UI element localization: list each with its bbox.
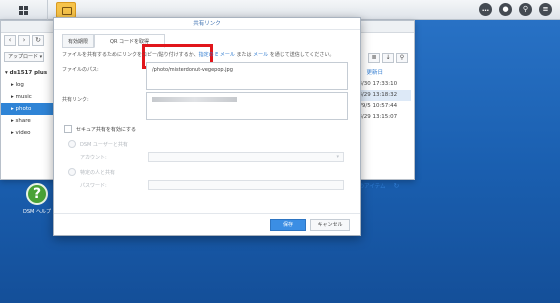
chevron-down-icon: ▾ [336,154,339,160]
taskbar-tray: … ● ⚲ ≡ [479,3,552,16]
view-tools: ≣ ↓ ⚲ [368,53,408,63]
account-label: アカウント: [80,155,107,161]
refresh-button[interactable]: ↻ [32,35,44,46]
file-path-field[interactable]: /photo/misterdonut-vegepop.jpg [146,62,348,90]
share-link-field[interactable] [146,92,348,120]
table-row[interactable]: 7/8/29 13:18:32 [353,90,411,101]
share-link-dialog: 共有リンク 有効期限 QR コードを取得 ファイルを共有するためにリンクをコピー… [53,17,361,236]
save-button[interactable]: 保存 [270,219,306,231]
search-icon[interactable]: ⚲ [396,53,408,63]
modified-date-column: 更新日 7/8/30 17:33:10 7/8/29 13:18:32 17/9… [353,67,411,123]
user-icon[interactable]: ● [499,3,512,16]
share-link-value [152,97,237,102]
back-button[interactable]: ‹ [4,35,16,46]
dialog-title: 共有リンク [54,18,360,30]
tree-item-share[interactable]: ▸ share [1,115,56,127]
file-station-taskbar-icon[interactable] [56,2,76,18]
secure-share-label: セキュア共有を有効にする [76,127,136,133]
dialog-description: ファイルを共有するためにリンクをコピー/貼り付けするか、指定の E メール また… [62,52,335,58]
tab-expiration[interactable]: 有効期限 [62,34,95,48]
table-row[interactable]: 7/8/29 13:15:07 [353,112,411,123]
specific-people-radio[interactable] [68,168,76,176]
main-menu-button[interactable] [0,0,48,20]
tree-item-photo[interactable]: ▸ photo [1,103,56,115]
password-label: パスワード: [80,183,107,189]
password-field[interactable] [148,180,344,190]
sort-icon[interactable]: ↓ [382,53,394,63]
refresh-icon[interactable]: ↻ [393,182,399,190]
secure-share-checkbox[interactable] [64,125,72,133]
mail-link[interactable]: メール [253,52,268,58]
widget-icon[interactable]: ≡ [539,3,552,16]
dsm-help-shortcut[interactable]: ? DSM ヘルプ [20,183,54,215]
help-icon: ? [26,183,48,205]
comment-icon[interactable]: … [479,3,492,16]
folder-tree: ▾ ds1517 plus ▸ log ▸ music ▸ photo ▸ sh… [1,67,56,139]
tree-item-video[interactable]: ▸ video [1,127,56,139]
dialog-footer: 保存 キャンセル [54,213,360,235]
tree-item-log[interactable]: ▸ log [1,79,56,91]
search-icon[interactable]: ⚲ [519,3,532,16]
file-path-label: ファイルのパス: [62,67,99,73]
list-view-icon[interactable]: ≣ [368,53,380,63]
tree-root-ds1517[interactable]: ▾ ds1517 plus [1,67,56,79]
grid-icon [19,5,28,15]
tree-item-music[interactable]: ▸ music [1,91,56,103]
help-label: DSM ヘルプ [23,209,51,215]
table-row[interactable]: 17/9/5 10:57:44 [353,101,411,112]
email-link[interactable]: 指定の E メール [199,52,235,58]
account-select[interactable]: ▾ [148,152,344,162]
column-header-modified[interactable]: 更新日 [353,67,411,79]
dsm-user-radio[interactable] [68,140,76,148]
forward-button[interactable]: › [18,35,30,46]
upload-button[interactable]: アップロード ▾ [4,52,44,62]
specific-people-label: 特定の人と共有 [80,170,116,176]
share-link-label: 共有リンク: [62,97,89,103]
cancel-button[interactable]: キャンセル [310,219,350,231]
status-bar: 個のアイテム ↻ [353,182,413,190]
table-row[interactable]: 7/8/30 17:33:10 [353,79,411,90]
dsm-user-label: DSM ユーザーと共有 [80,142,128,148]
